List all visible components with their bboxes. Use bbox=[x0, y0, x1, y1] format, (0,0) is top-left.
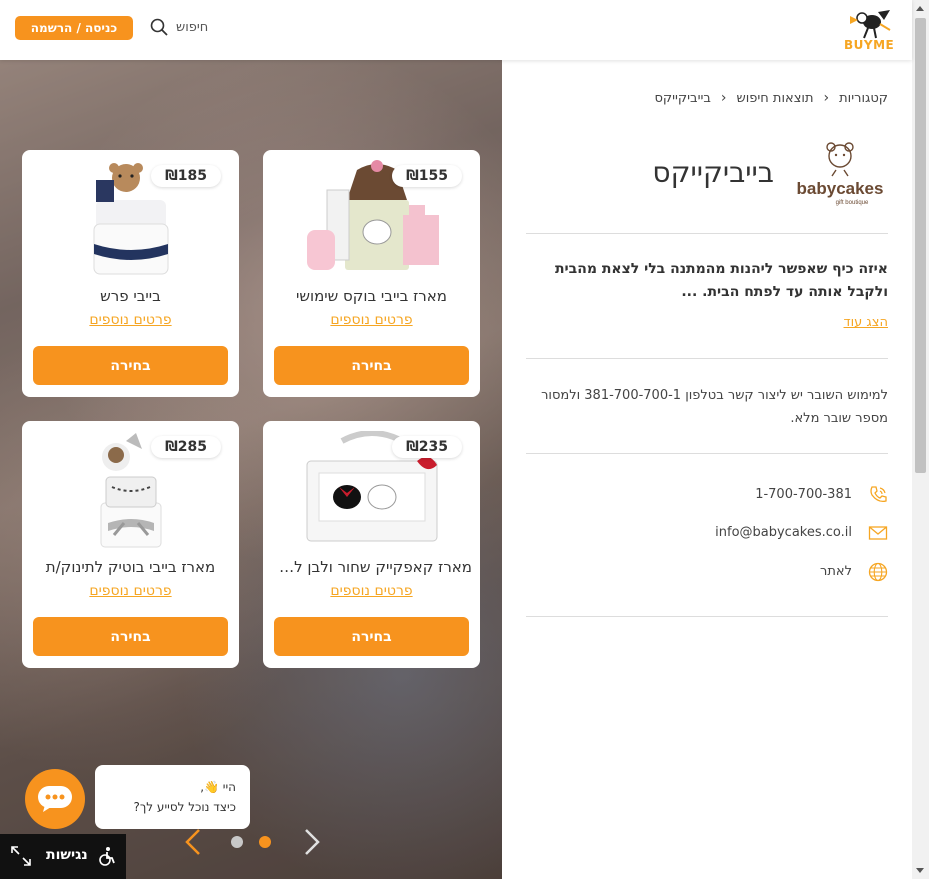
contact-email[interactable]: info@babycakes.co.il bbox=[526, 523, 888, 545]
scroll-up-arrow[interactable] bbox=[916, 6, 924, 11]
select-product-button[interactable]: בחירה bbox=[274, 346, 469, 385]
select-product-button[interactable]: בחירה bbox=[274, 617, 469, 656]
search-icon bbox=[150, 18, 168, 36]
logo-text: BUYME bbox=[844, 38, 895, 52]
carousel-dot[interactable] bbox=[231, 836, 243, 848]
chat-greeting: היי 👋, bbox=[200, 780, 236, 794]
show-more-link[interactable]: הצג עוד bbox=[844, 315, 888, 330]
search-button[interactable]: חיפוש bbox=[150, 18, 208, 36]
price-badge: ₪235 bbox=[392, 436, 462, 458]
chevron-left-icon: ‹ bbox=[720, 90, 727, 106]
phone-icon bbox=[870, 486, 887, 503]
brand-header: babycakes gift boutique בייביקייקס bbox=[526, 140, 888, 210]
chat-bubble-icon bbox=[38, 786, 72, 812]
contact-phone[interactable]: 1-700-700-381 bbox=[526, 485, 888, 507]
select-product-button[interactable]: בחירה bbox=[33, 617, 228, 656]
chevron-left-icon[interactable] bbox=[183, 828, 203, 856]
phone-number[interactable]: 1-700-700-381 bbox=[755, 487, 852, 502]
product-card[interactable]: ₪155 מארז בייבי בוקס שימושי פרטים נוספים… bbox=[263, 150, 480, 397]
breadcrumb-current: בייביקייקס bbox=[654, 90, 711, 106]
buyme-logo[interactable]: BUYME bbox=[842, 8, 894, 52]
globe-icon bbox=[868, 562, 888, 582]
brand-logo-text: babycakes bbox=[797, 179, 884, 198]
chat-button[interactable] bbox=[25, 769, 85, 829]
product-title: בייבי פרש bbox=[100, 287, 161, 305]
mail-icon bbox=[868, 526, 888, 540]
buyme-bird-icon bbox=[850, 10, 891, 39]
product-title: מארז בייבי בוטיק לתינוק/ת bbox=[45, 558, 216, 576]
login-register-button[interactable]: כניסה / הרשמה bbox=[15, 16, 133, 40]
product-title: מארז בייבי בוקס שימושי bbox=[296, 287, 447, 305]
breadcrumb-categories[interactable]: קטגוריות bbox=[839, 91, 888, 106]
chevron-right-icon[interactable] bbox=[302, 828, 322, 856]
page-title: בייביקייקס bbox=[652, 156, 774, 189]
brand-logo-subtext: gift boutique bbox=[836, 200, 869, 206]
product-details-link[interactable]: פרטים נוספים bbox=[263, 312, 480, 328]
product-details-link[interactable]: פרטים נוספים bbox=[22, 583, 239, 599]
chevron-left-icon: ‹ bbox=[823, 90, 830, 106]
contact-website[interactable]: לאתר bbox=[526, 562, 888, 584]
wheelchair-icon bbox=[99, 847, 115, 866]
breadcrumb-search-results[interactable]: תוצאות חיפוש bbox=[737, 91, 814, 106]
top-header: BUYME חיפוש כניסה / הרשמה bbox=[0, 0, 912, 60]
breadcrumb: קטגוריות ‹ תוצאות חיפוש ‹ בייביקייקס bbox=[654, 90, 888, 106]
price-badge: ₪155 bbox=[392, 165, 462, 187]
price-badge: ₪285 bbox=[151, 436, 221, 458]
chat-question: כיצד נוכל לסייע לך? bbox=[133, 800, 236, 814]
divider bbox=[526, 616, 888, 617]
business-description: איזה כיף שאפשר ליהנות מהמתנה בלי לצאת מה… bbox=[554, 261, 888, 300]
redeem-instructions: למימוש השובר יש ליצור קשר בטלפון 381-700… bbox=[541, 388, 888, 426]
product-card[interactable]: ₪185 בייבי פרש פרטים נוספים בחירה bbox=[22, 150, 239, 397]
divider bbox=[526, 233, 888, 234]
carousel-dot-active[interactable] bbox=[259, 836, 271, 848]
chat-greeting-bubble[interactable]: היי 👋, כיצד נוכל לסייע לך? bbox=[95, 765, 250, 829]
product-details-link[interactable]: פרטים נוספים bbox=[22, 312, 239, 328]
accessibility-button[interactable]: נגישות bbox=[0, 834, 126, 879]
scrollbar-thumb[interactable] bbox=[915, 18, 926, 473]
product-details-link[interactable]: פרטים נוספים bbox=[263, 583, 480, 599]
hero-background: ₪155 מארז בייבי בוקס שימושי פרטים נוספים… bbox=[0, 60, 502, 879]
divider bbox=[526, 358, 888, 359]
price-badge: ₪185 bbox=[151, 165, 221, 187]
accessibility-label: נגישות bbox=[46, 847, 88, 863]
divider bbox=[526, 453, 888, 454]
search-label: חיפוש bbox=[176, 19, 209, 35]
expand-icon bbox=[11, 846, 31, 866]
website-link[interactable]: לאתר bbox=[820, 564, 852, 579]
product-card[interactable]: ₪235 מארז קאפקייק שחור ולבן לתי... פרטים… bbox=[263, 421, 480, 668]
email-address[interactable]: info@babycakes.co.il bbox=[715, 525, 852, 540]
babycakes-logo: babycakes gift boutique bbox=[797, 142, 884, 206]
vertical-scrollbar[interactable] bbox=[912, 0, 929, 879]
select-product-button[interactable]: בחירה bbox=[33, 346, 228, 385]
scroll-down-arrow[interactable] bbox=[916, 868, 924, 873]
product-title: מארז קאפקייק שחור ולבן לתי... bbox=[271, 558, 472, 576]
product-card[interactable]: ₪285 מארז בייבי בוטיק לתינוק/ת פרטים נוס… bbox=[22, 421, 239, 668]
